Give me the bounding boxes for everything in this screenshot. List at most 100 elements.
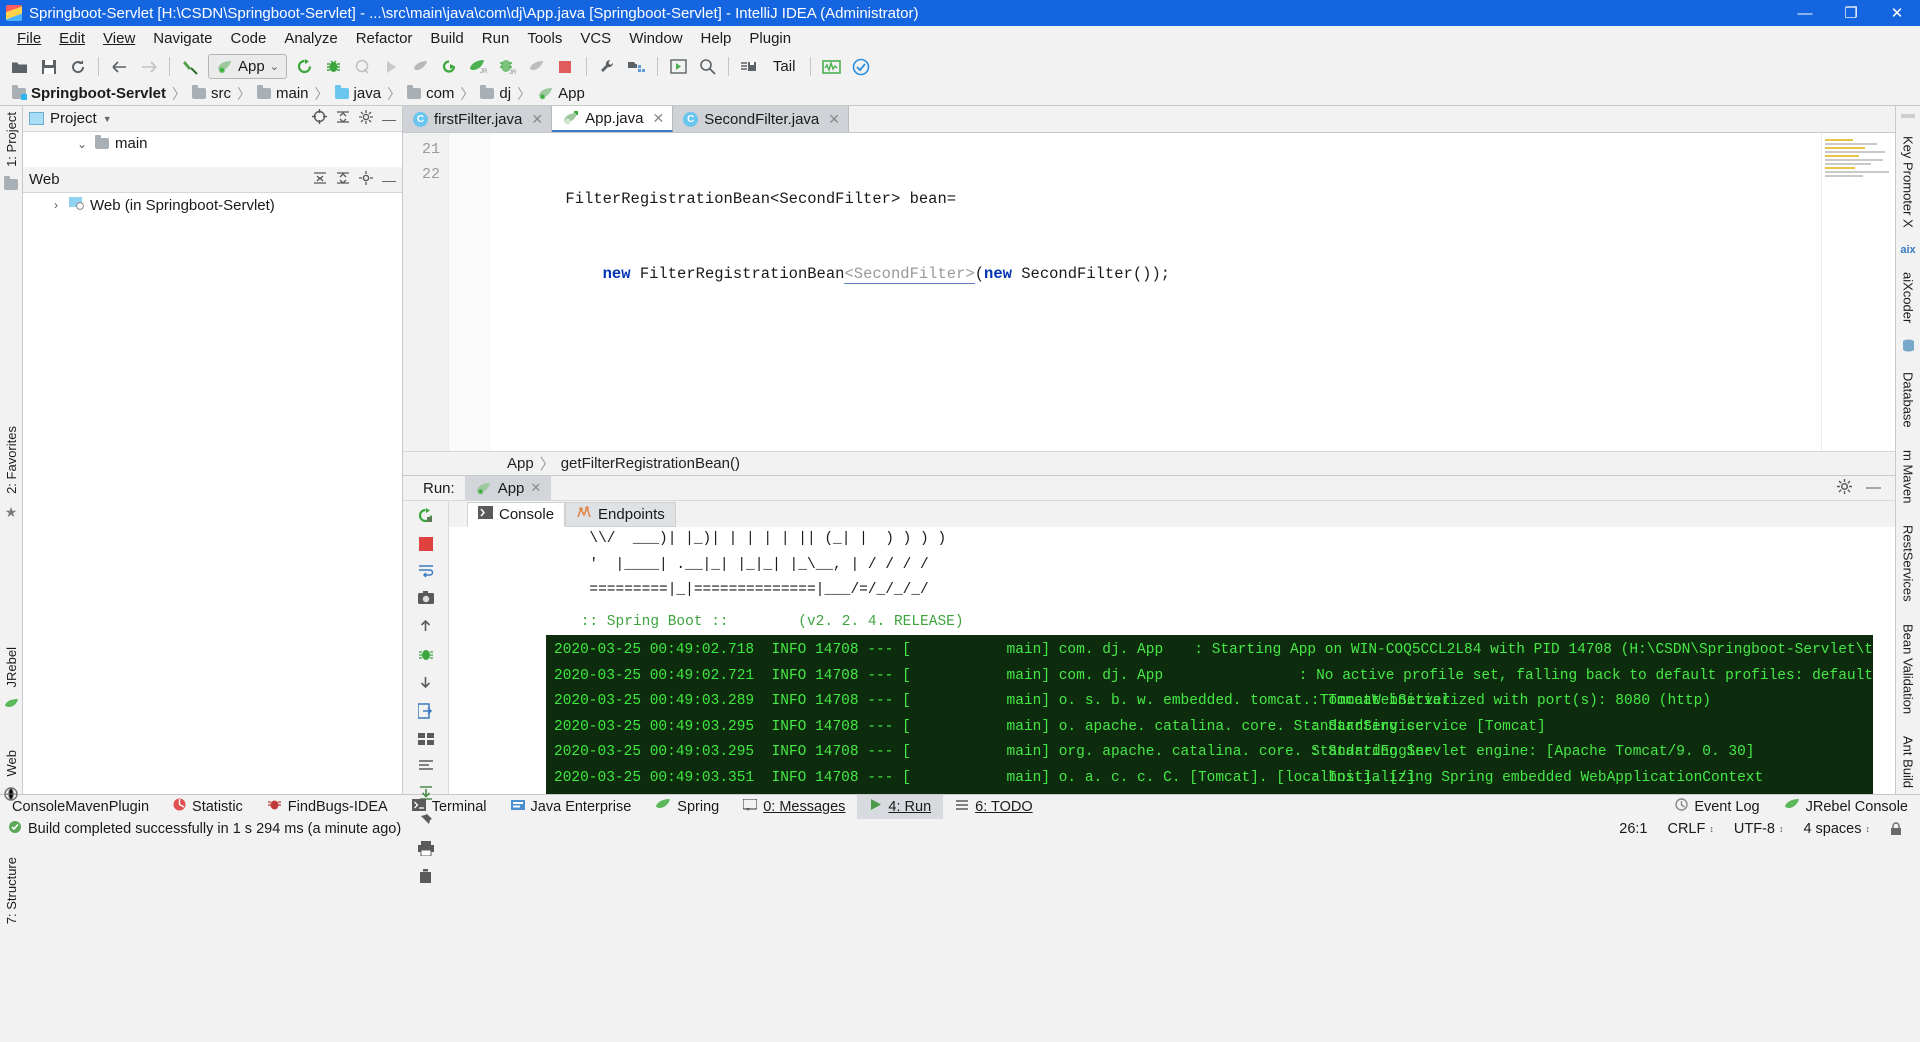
run-tab-app[interactable]: App ✕ [464, 476, 552, 500]
rerun-icon[interactable] [291, 54, 318, 79]
bottom-item-messages[interactable]: 0: Messages [731, 795, 857, 819]
run-profile-icon[interactable] [378, 54, 405, 79]
bottom-item-terminal[interactable]: Terminal [400, 795, 499, 819]
breadcrumb-item-src[interactable]: src [189, 85, 234, 102]
bug-icon[interactable] [418, 646, 434, 666]
tail-button[interactable]: Tail [765, 58, 804, 75]
menu-item-refactor[interactable]: Refactor [347, 28, 422, 49]
bottom-item-java-enterprise[interactable]: Java Enterprise [499, 795, 644, 819]
sidebar-item-key-promoter[interactable]: Key Promoter X [1901, 130, 1916, 234]
tree-item-web-facet[interactable]: › Web (in Springboot-Servlet) [23, 193, 402, 217]
menu-item-file[interactable]: File [8, 28, 50, 49]
close-button[interactable]: ✕ [1874, 0, 1920, 26]
project-structure-icon[interactable] [623, 54, 650, 79]
bottom-item-consolemavenplugin[interactable]: ConsoleMavenPlugin [0, 795, 161, 819]
maximize-button[interactable]: ❐ [1828, 0, 1874, 26]
encoding-selector[interactable]: UTF-8 ↕ [1724, 821, 1794, 837]
collapse-all-icon[interactable] [336, 171, 350, 189]
sidebar-item-database[interactable]: Database [1901, 366, 1916, 434]
search-everywhere-icon[interactable] [694, 54, 721, 79]
caret-position[interactable]: 26:1 [1609, 821, 1657, 837]
stop-red-icon[interactable] [418, 537, 433, 555]
bottom-item-run[interactable]: 4: Run [857, 794, 944, 819]
code-text[interactable]: FilterRegistrationBean<SecondFilter> bea… [491, 133, 1821, 451]
editor-tab-firstfilter[interactable]: C firstFilter.java ✕ [403, 106, 553, 132]
editor-minimap[interactable] [1821, 133, 1895, 451]
stop-icon[interactable] [552, 54, 579, 79]
pane-settings-gear-icon[interactable] [359, 170, 373, 189]
code-folding-column[interactable] [449, 133, 491, 451]
tab-console[interactable]: Console [467, 502, 566, 527]
monitor-icon[interactable] [818, 54, 845, 79]
web-pane-title-group[interactable]: Web [29, 171, 307, 188]
sidebar-item-bean-validation[interactable]: Bean Validation [1901, 618, 1916, 720]
indent-selector[interactable]: 4 spaces ↕ [1793, 821, 1880, 837]
grid-icon[interactable] [417, 732, 434, 750]
export-icon[interactable] [416, 703, 434, 723]
breadcrumb-item-app[interactable]: App [534, 85, 588, 102]
jrebel-gray-leaf-icon[interactable] [523, 54, 550, 79]
chevron-down-icon[interactable]: ▼ [103, 114, 112, 124]
update-app-icon[interactable] [665, 54, 692, 79]
expand-all-icon[interactable] [313, 171, 327, 189]
menu-item-run[interactable]: Run [473, 28, 519, 49]
soft-wrap-lines-icon[interactable] [418, 759, 434, 776]
line-separator-selector[interactable]: CRLF ↕ [1657, 821, 1723, 837]
close-icon[interactable]: ✕ [531, 111, 543, 128]
sidebar-item-favorites[interactable]: 2: Favorites [4, 420, 19, 500]
bottom-item-spring[interactable]: Spring [643, 795, 731, 819]
menu-item-plugin[interactable]: Plugin [740, 28, 800, 49]
jrebel-run-icon[interactable] [436, 54, 463, 79]
breadcrumb-item-main[interactable]: main [254, 85, 312, 102]
forward-arrow-icon[interactable] [135, 54, 162, 79]
jrebel-debug-leaf-icon[interactable]: JR [465, 54, 492, 79]
menu-item-navigate[interactable]: Navigate [144, 28, 221, 49]
sidebar-item-restservices[interactable]: RestServices [1901, 519, 1916, 608]
scroll-up-icon[interactable] [418, 618, 433, 637]
close-icon[interactable]: ✕ [828, 111, 840, 128]
close-icon[interactable]: ✕ [530, 480, 541, 496]
menu-item-tools[interactable]: Tools [518, 28, 571, 49]
sidebar-item-structure[interactable]: 7: Structure [4, 851, 19, 930]
console-output[interactable]: \\/ ___)| |_)| | | | | || (_| | ) ) ) ) … [449, 527, 1895, 794]
check-icon[interactable] [847, 54, 874, 79]
sync-icon[interactable] [64, 54, 91, 79]
chevron-down-icon[interactable]: ⌄ [75, 137, 89, 151]
project-pane-title-group[interactable]: Project ▼ [29, 110, 306, 127]
settings-wrench-icon[interactable] [594, 54, 621, 79]
editor-crumb-class[interactable]: App [507, 455, 534, 472]
menu-item-build[interactable]: Build [421, 28, 472, 49]
breadcrumb-item-springboot-servlet[interactable]: Springboot-Servlet [9, 85, 169, 102]
menu-item-view[interactable]: View [94, 28, 144, 49]
menu-item-code[interactable]: Code [221, 28, 275, 49]
chevron-right-icon[interactable]: › [49, 198, 63, 212]
menu-item-window[interactable]: Window [620, 28, 691, 49]
scroll-down-icon[interactable] [418, 675, 433, 694]
soft-wrap-icon[interactable] [418, 564, 434, 582]
sidebar-item-ant-build[interactable]: Ant Build [1901, 730, 1916, 794]
bottom-item-jrebel-console[interactable]: JRebel Console [1772, 795, 1920, 819]
bottom-item-findbugs-idea[interactable]: FindBugs-IDEA [255, 795, 400, 819]
collapse-all-icon[interactable] [336, 110, 350, 128]
hide-pane-icon[interactable]: — [1866, 480, 1881, 495]
hide-pane-icon[interactable]: — [382, 173, 396, 187]
sidebar-item-web[interactable]: Web [4, 744, 19, 783]
hide-pane-icon[interactable]: — [382, 112, 396, 126]
bottom-item-event-log[interactable]: Event Log [1663, 795, 1771, 819]
menu-item-vcs[interactable]: VCS [571, 28, 620, 49]
sidebar-item-maven[interactable]: m Maven [1901, 444, 1916, 509]
breadcrumb-item-dj[interactable]: dj [477, 85, 514, 102]
sidebar-item-jrebel[interactable]: JRebel [4, 641, 19, 693]
save-all-icon[interactable] [35, 54, 62, 79]
coverage-icon[interactable] [349, 54, 376, 79]
jrebel-debug-bug-icon[interactable]: JR [494, 54, 521, 79]
chevron-down-icon[interactable]: ⌄ [270, 60, 279, 73]
locate-target-icon[interactable] [312, 109, 327, 128]
bottom-item-statistic[interactable]: Statistic [161, 795, 255, 819]
lock-icon[interactable] [1880, 822, 1912, 836]
editor-crumb-method[interactable]: getFilterRegistrationBean() [561, 455, 740, 472]
trash-icon[interactable] [418, 869, 433, 888]
menu-item-help[interactable]: Help [692, 28, 741, 49]
gear-icon[interactable] [1837, 478, 1852, 498]
open-folder-icon[interactable] [6, 54, 33, 79]
